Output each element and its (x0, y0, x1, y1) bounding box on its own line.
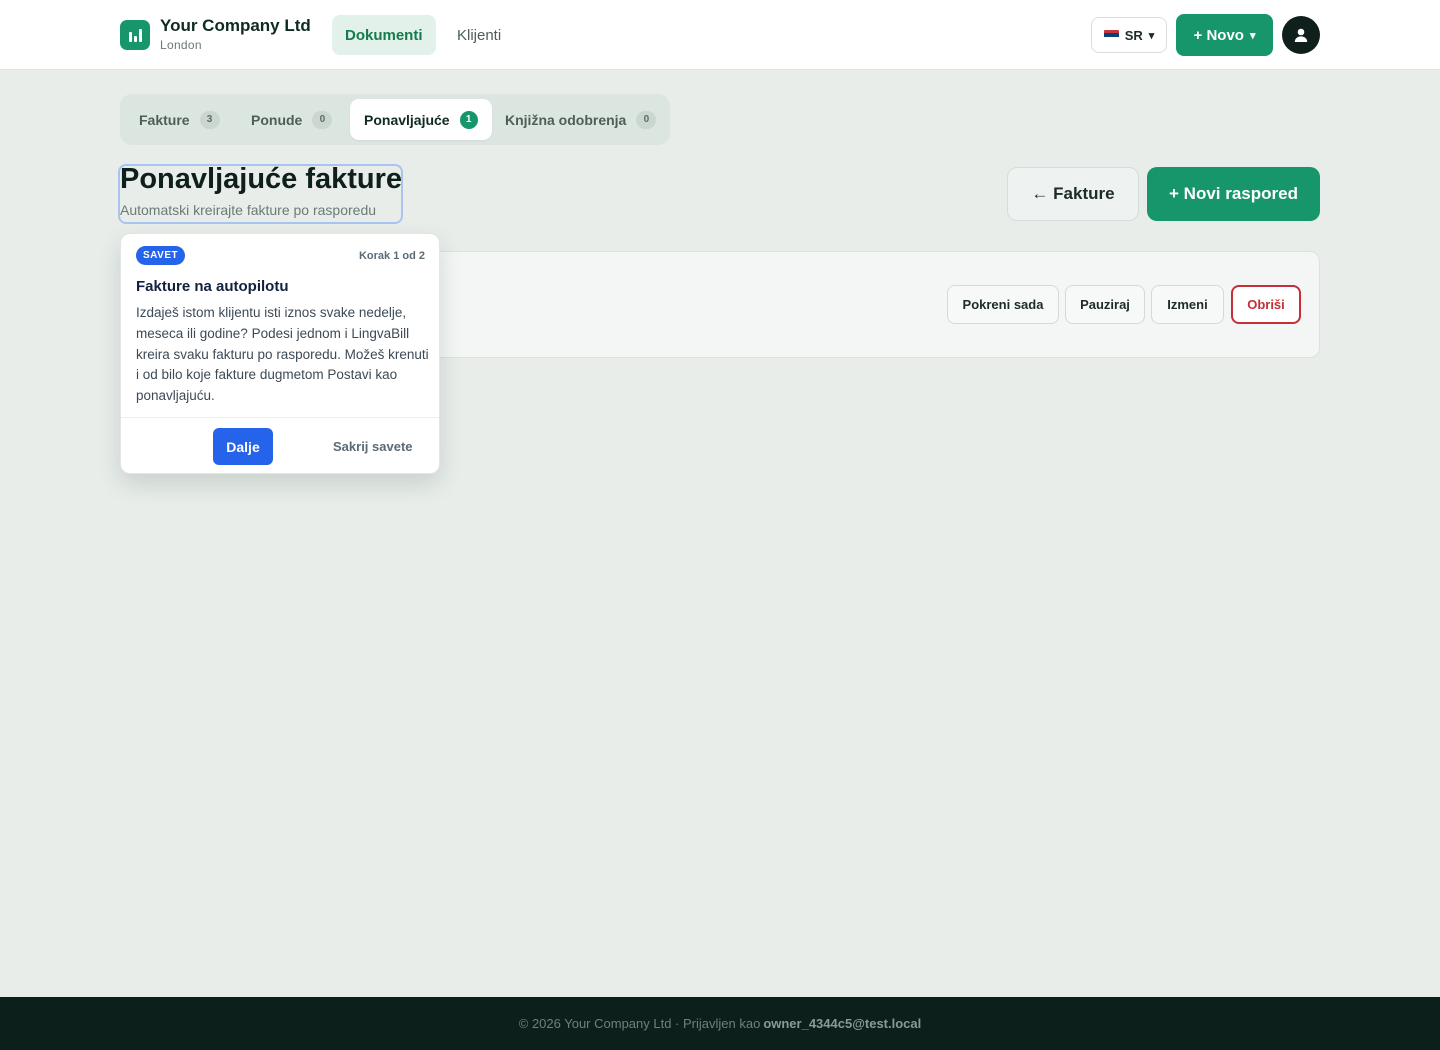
tab-count-badge: 1 (459, 110, 478, 129)
page-subtitle: Automatski kreirajte fakture po raspored… (120, 202, 377, 218)
tab-label: Ponude (251, 111, 303, 128)
nav-dokumenti[interactable]: Dokumenti (332, 15, 436, 55)
tab-count-badge: 0 (312, 110, 333, 129)
nav-klijenti[interactable]: Klijenti (444, 15, 514, 55)
chevron-down-icon: ▾ (1249, 29, 1256, 42)
document-tabs: Fakture 3 Ponude 0 Ponavljajuće 1 Knjižn… (120, 94, 670, 145)
company-city: London (160, 38, 202, 52)
company-name[interactable]: Your Company Ltd (160, 16, 311, 36)
tab-count-badge: 3 (199, 110, 220, 129)
footer-user-email: owner_4344c5@test.local (763, 1016, 922, 1031)
language-select[interactable]: SR ▾ (1091, 17, 1167, 53)
tip-step-indicator: Korak 1 od 2 (358, 250, 425, 262)
tab-ponavljajuce[interactable]: Ponavljajuće 1 (350, 99, 492, 140)
new-button-label: + Novo (1193, 26, 1244, 44)
tip-body: Izdaješ istom klijentu isti iznos svake … (136, 305, 429, 404)
tab-count-badge: 0 (636, 110, 657, 129)
avatar[interactable] (1282, 16, 1320, 54)
tab-label: Knjižna odobrenja (505, 111, 627, 128)
user-icon (1294, 28, 1308, 42)
tip-badge: SAVET (136, 246, 186, 265)
back-to-invoices-button[interactable]: ← Fakture (1007, 167, 1139, 221)
delete-button[interactable]: Obriši (1231, 285, 1301, 324)
divider (121, 417, 439, 418)
hide-tips-button[interactable]: Sakrij savete (333, 428, 413, 465)
language-code: SR (1124, 27, 1143, 43)
chevron-down-icon: ▾ (1148, 29, 1155, 42)
edit-button[interactable]: Izmeni (1151, 285, 1224, 324)
tip-popover: SAVET Korak 1 od 2 Fakture na autopilotu… (120, 233, 440, 474)
serbia-flag-icon (1103, 30, 1119, 40)
footer: © 2026 Your Company Ltd · Prijavljen kao… (0, 997, 1440, 1050)
pause-button[interactable]: Pauziraj (1065, 285, 1145, 324)
bar-chart-icon[interactable] (120, 20, 150, 50)
tab-knjizna-odobrenja[interactable]: Knjižna odobrenja 0 (491, 99, 670, 140)
tab-label: Fakture (139, 111, 190, 128)
tab-ponude[interactable]: Ponude 0 (237, 99, 346, 140)
top-header: Your Company Ltd London Dokumenti Klijen… (0, 0, 1440, 70)
new-document-button[interactable]: + Novo ▾ (1176, 14, 1273, 56)
footer-text: © 2026 Your Company Ltd · Prijavljen kao (518, 1016, 761, 1031)
tab-label: Ponavljajuće (364, 111, 450, 128)
page-title: Ponavljajuće fakture (120, 163, 403, 195)
tip-next-button[interactable]: Dalje (213, 428, 273, 465)
new-schedule-button[interactable]: + Novi raspored (1147, 167, 1320, 221)
tab-fakture[interactable]: Fakture 3 (125, 99, 234, 140)
run-now-button[interactable]: Pokreni sada (947, 285, 1059, 324)
tip-title: Fakture na autopilotu (136, 278, 289, 295)
